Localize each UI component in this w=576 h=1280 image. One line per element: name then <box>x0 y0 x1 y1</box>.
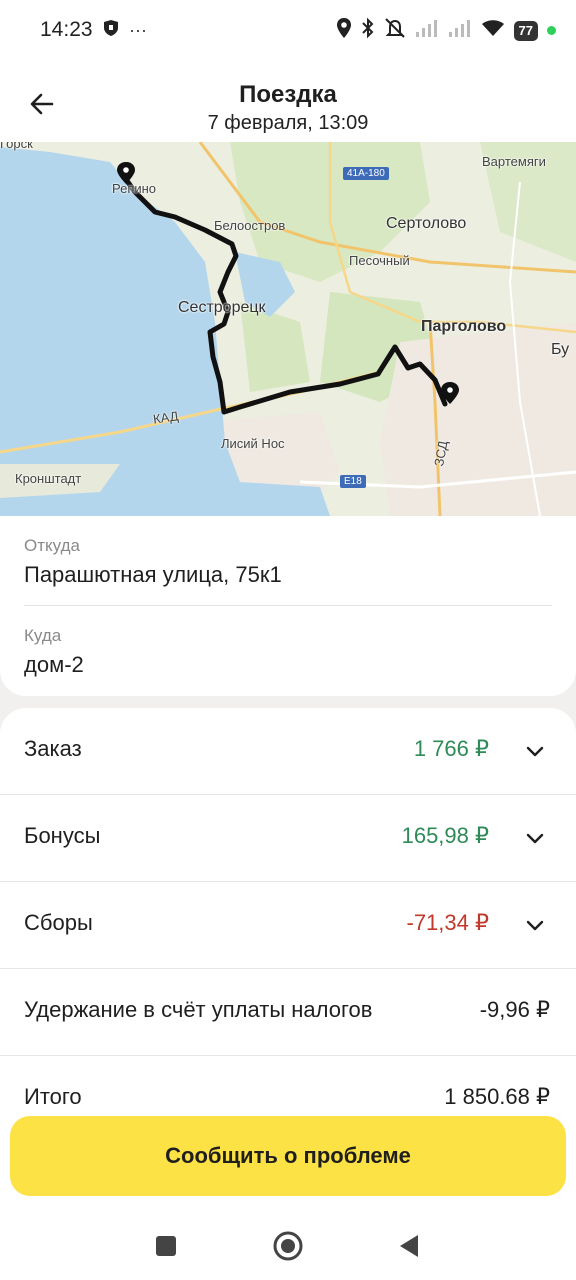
square-icon <box>156 1236 176 1256</box>
fees-amount: -71,34 ₽ <box>406 910 490 935</box>
report-problem-button[interactable]: Сообщить о проблеме <box>10 1116 566 1196</box>
mute-icon <box>384 17 406 44</box>
signal-icon <box>448 18 472 43</box>
map-label-lisiy-nos: Лисий Нос <box>221 436 285 451</box>
map-label-sestroretsk: Сестрорецк <box>178 299 266 316</box>
map-label-kronshtadt: Кронштадт <box>15 471 82 486</box>
tax-amount: -9,96 ₽ <box>479 997 550 1022</box>
order-label: Заказ <box>24 736 82 761</box>
page-title: Поездка <box>239 81 337 108</box>
home-button[interactable] <box>268 1226 308 1266</box>
map-label-gorsk: Горск <box>0 142 33 151</box>
to-address: дом-2 <box>24 652 84 677</box>
trip-date: 7 февраля, 13:09 <box>207 112 369 134</box>
map-label-repino: Репино <box>112 181 157 196</box>
road-badge-e18: E18 <box>340 475 366 488</box>
from-label: Откуда <box>24 536 80 555</box>
bonuses-amount: 165,98 ₽ <box>401 823 489 848</box>
chevron-down-icon[interactable] <box>524 827 546 849</box>
map-label-pesochny: Песочный <box>349 253 410 268</box>
status-bar: 14:23 ··· 77 <box>0 0 576 60</box>
wifi-icon <box>481 18 505 43</box>
home-circle-icon <box>273 1231 303 1261</box>
battery-indicator: 77 <box>513 20 538 41</box>
tax-label: Удержание в счёт уплаты налогов <box>24 997 373 1022</box>
payment-row-fees[interactable]: Сборы -71,34 ₽ <box>0 882 576 969</box>
bonuses-label: Бонусы <box>24 823 101 848</box>
shield-icon <box>103 19 119 42</box>
map-label-vartemyagi: Вартемяги <box>482 154 546 169</box>
location-icon <box>336 17 352 44</box>
system-nav-bar <box>0 1212 576 1280</box>
chevron-down-icon[interactable] <box>524 740 546 762</box>
privacy-dot <box>547 26 556 35</box>
signal-icon <box>415 18 439 43</box>
more-dots: ··· <box>129 20 147 40</box>
from-address: Парашютная улица, 75к1 <box>24 562 282 587</box>
bottom-panel: Сообщить о проблеме <box>0 1104 576 1280</box>
recents-button[interactable] <box>146 1226 186 1266</box>
map-label-pargolovo: Парголово <box>421 318 507 335</box>
address-divider <box>24 605 552 606</box>
bluetooth-icon <box>361 17 375 44</box>
address-card: Откуда Парашютная улица, 75к1 Куда дом-2 <box>0 516 576 696</box>
status-time: 14:23 <box>40 18 93 41</box>
road-badge-a180: 41A-180 <box>343 167 389 180</box>
route-map[interactable]: Горск Репино Белоостров Сертолово Вартем… <box>0 142 576 516</box>
fees-label: Сборы <box>24 910 93 935</box>
map-label-sertolovo: Сертолово <box>386 215 467 232</box>
payment-row-bonuses[interactable]: Бонусы 165,98 ₽ <box>0 795 576 882</box>
map-label-bu: Бу <box>551 341 570 358</box>
nav-back-button[interactable] <box>389 1226 429 1266</box>
trip-header: Поездка 7 февраля, 13:09 <box>0 60 576 142</box>
to-label: Куда <box>24 626 62 645</box>
payment-row-tax: Удержание в счёт уплаты налогов -9,96 ₽ <box>0 969 576 1056</box>
chevron-down-icon[interactable] <box>524 914 546 936</box>
order-amount: 1 766 ₽ <box>413 736 489 761</box>
payment-details-card: Заказ 1 766 ₽ Бонусы 165,98 ₽ Сборы -71,… <box>0 708 576 1128</box>
map-label-beloostrov: Белоостров <box>214 218 286 233</box>
payment-row-order[interactable]: Заказ 1 766 ₽ <box>0 708 576 795</box>
back-triangle-icon <box>400 1235 418 1257</box>
